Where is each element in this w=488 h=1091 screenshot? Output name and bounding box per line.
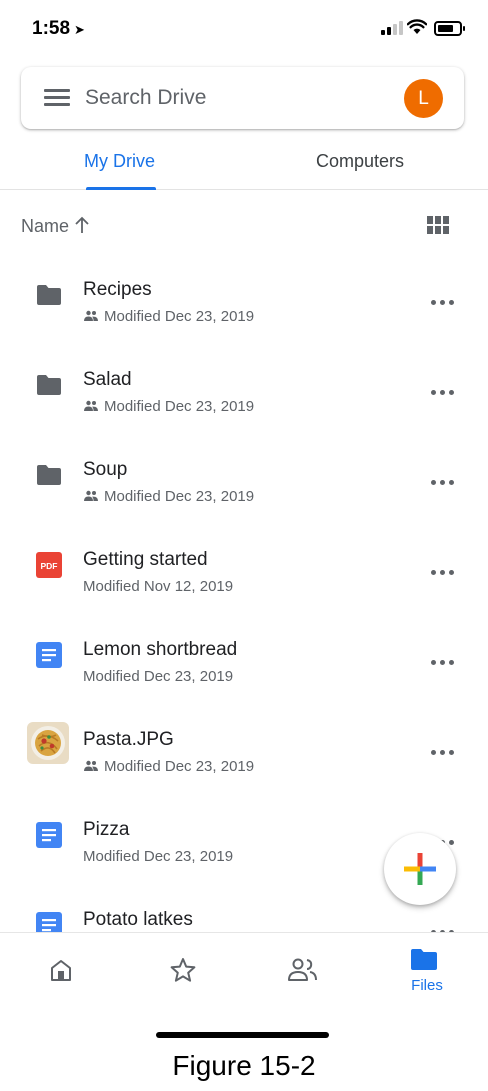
battery-icon — [434, 21, 465, 36]
nav-files-label: Files — [411, 977, 443, 994]
google-doc-icon — [36, 642, 62, 668]
file-modified: Modified Dec 23, 2019 — [104, 308, 255, 325]
grid-view-icon[interactable] — [427, 216, 449, 234]
folder-icon — [37, 375, 61, 395]
pdf-file-icon: PDF — [36, 552, 62, 578]
hamburger-menu-icon[interactable] — [44, 89, 70, 107]
plus-icon — [404, 853, 436, 885]
tab-computers[interactable]: Computers — [316, 151, 404, 172]
folder-icon — [411, 949, 437, 970]
more-options-icon[interactable] — [428, 472, 458, 492]
file-name: Recipes — [83, 279, 152, 300]
search-bar[interactable]: Search Drive L — [21, 67, 464, 129]
tab-my-drive[interactable]: My Drive — [84, 151, 155, 172]
more-options-icon[interactable] — [428, 382, 458, 402]
shared-icon — [84, 760, 98, 771]
google-doc-icon — [36, 822, 62, 848]
arrow-up-icon[interactable] — [74, 216, 90, 234]
more-options-icon[interactable] — [428, 562, 458, 582]
more-options-icon[interactable] — [428, 292, 458, 312]
list-item[interactable]: Recipes Modified Dec 23, 2019 — [0, 257, 488, 347]
figure-caption: Figure 15-2 — [172, 1050, 316, 1081]
search-input[interactable]: Search Drive — [85, 86, 206, 110]
file-name: Pizza — [83, 819, 130, 840]
file-modified: Modified Dec 23, 2019 — [104, 758, 255, 775]
list-item[interactable]: Pasta.JPG Modified Dec 23, 2019 — [0, 707, 488, 797]
file-name: Soup — [83, 459, 128, 480]
more-options-icon[interactable] — [428, 922, 458, 932]
folder-icon — [37, 465, 61, 485]
file-name: Getting started — [83, 549, 208, 570]
new-item-fab[interactable] — [384, 833, 456, 905]
shared-icon — [84, 490, 98, 501]
list-item[interactable]: PDF Getting started Modified Nov 12, 201… — [0, 527, 488, 617]
home-icon — [51, 960, 71, 981]
nav-files[interactable]: Files — [366, 933, 488, 1011]
wifi-icon — [407, 19, 427, 34]
home-indicator[interactable] — [156, 1032, 329, 1038]
more-options-icon[interactable] — [428, 742, 458, 762]
list-item[interactable]: Salad Modified Dec 23, 2019 — [0, 347, 488, 437]
file-modified: Modified Dec 23, 2019 — [83, 848, 234, 865]
file-list: Recipes Modified Dec 23, 2019 Salad Modi… — [0, 257, 488, 932]
nav-home[interactable] — [0, 933, 122, 1011]
tab-bar: My Drive Computers — [0, 138, 488, 190]
status-bar: 1:58 ➤ — [0, 0, 488, 60]
file-name: Salad — [83, 369, 132, 390]
shared-people-icon — [288, 958, 317, 981]
nav-shared[interactable] — [244, 933, 366, 1011]
cellular-signal-icon — [381, 21, 403, 35]
star-icon — [170, 958, 196, 982]
status-time-text: 1:58 — [32, 18, 71, 39]
list-item[interactable]: Soup Modified Dec 23, 2019 — [0, 437, 488, 527]
file-modified: Modified Nov 12, 2019 — [83, 578, 234, 595]
status-time: 1:58 ➤ — [32, 18, 85, 40]
list-item[interactable]: Lemon shortbread Modified Dec 23, 2019 — [0, 617, 488, 707]
avatar[interactable]: L — [404, 79, 443, 118]
bottom-navigation: Files — [0, 932, 488, 1010]
file-name: Lemon shortbread — [83, 639, 238, 660]
file-modified: Modified Dec 23, 2019 — [104, 488, 255, 505]
file-modified: Modified Dec 23, 2019 — [83, 668, 234, 685]
pdf-icon-label: PDF — [41, 561, 58, 571]
more-options-icon[interactable] — [428, 652, 458, 672]
file-name: Pasta.JPG — [83, 729, 174, 750]
sort-by-name-button[interactable]: Name — [21, 216, 69, 237]
shared-icon — [84, 310, 98, 321]
sort-row: Name — [0, 210, 488, 242]
pasta-image-thumbnail — [27, 722, 69, 764]
active-tab-indicator — [86, 187, 156, 190]
location-arrow-icon: ➤ — [74, 22, 85, 37]
folder-icon — [37, 285, 61, 305]
google-doc-icon — [36, 912, 62, 932]
file-modified: Modified Dec 23, 2019 — [104, 398, 255, 415]
nav-starred[interactable] — [122, 933, 244, 1011]
shared-icon — [84, 400, 98, 411]
file-name: Potato latkes — [83, 909, 193, 930]
